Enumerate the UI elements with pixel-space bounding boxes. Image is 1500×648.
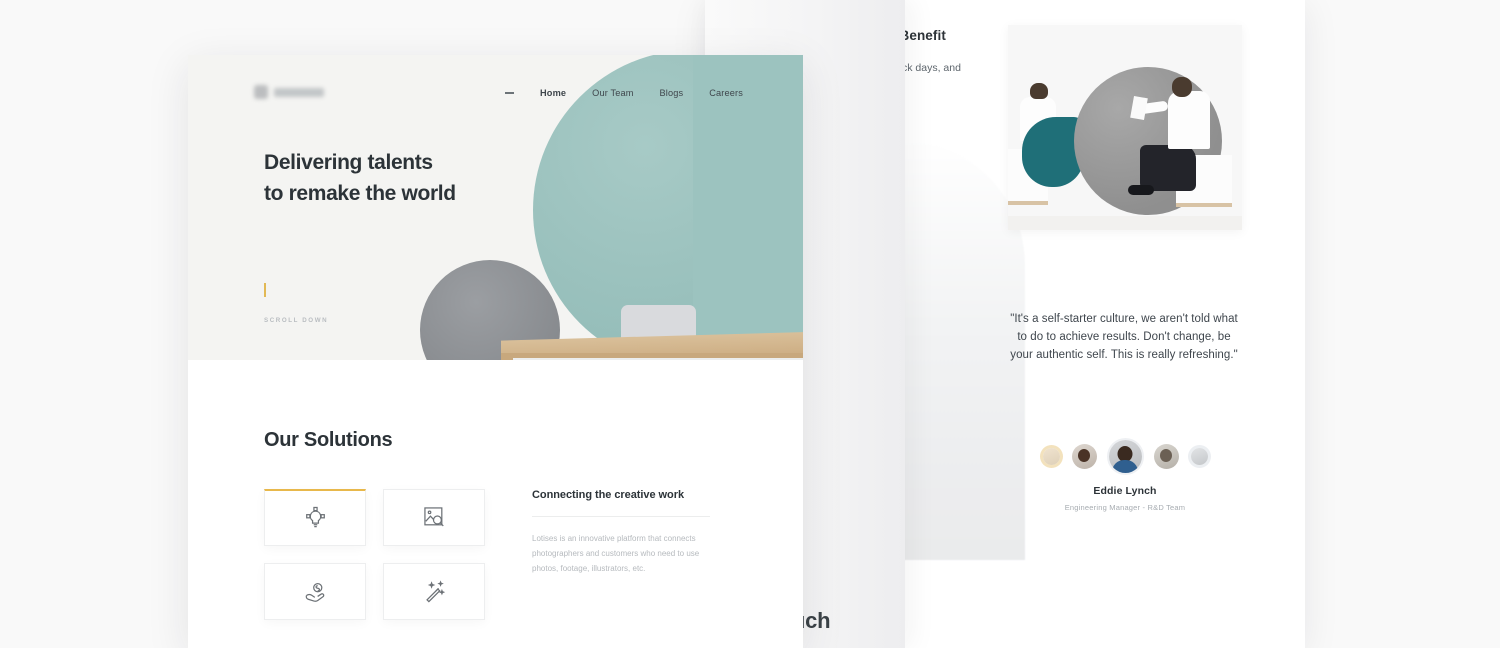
author-role: Engineering Manager - R&D Team xyxy=(1064,503,1186,512)
divider xyxy=(532,516,710,517)
nav-item-home[interactable]: Home xyxy=(540,88,566,98)
avatar[interactable] xyxy=(1071,444,1097,469)
testimonial-quote: "It's a self-starter culture, we aren't … xyxy=(1010,313,1238,361)
screenshot-canvas: Compensation & Benefit Paid time off suc… xyxy=(0,0,1500,648)
solutions-heading: Our Solutions xyxy=(264,429,393,451)
author-name: Eddie Lynch xyxy=(1093,485,1157,497)
main-navigation: Home Our Team Blogs Careers xyxy=(505,88,743,98)
testimonial-author: Eddie Lynch Engineering Manager - R&D Te… xyxy=(1010,485,1240,512)
solutions-card-grid xyxy=(264,489,485,620)
nav-item-careers[interactable]: Careers xyxy=(709,88,743,98)
teal-block-shape xyxy=(693,55,803,360)
solution-card-hand-coin[interactable] xyxy=(264,563,366,620)
hero-headline-line1: Delivering talents xyxy=(264,151,433,174)
solution-detail-title: Connecting the creative work xyxy=(532,489,685,501)
solution-card-image-search[interactable] xyxy=(383,489,485,546)
nav-item-our-team[interactable]: Our Team xyxy=(592,88,633,98)
testimonial-avatar-row xyxy=(1010,440,1240,473)
hero-headline: Delivering talents to remake the world xyxy=(264,147,664,209)
logo-mark-icon xyxy=(254,85,268,99)
solution-card-magic-wand[interactable] xyxy=(383,563,485,620)
solution-card-lightbulb[interactable] xyxy=(264,489,366,546)
solution-detail: Connecting the creative work Lotises is … xyxy=(532,489,712,576)
hero-headline-line2: to remake the world xyxy=(264,182,456,205)
nav-dash-icon xyxy=(505,92,515,94)
scroll-down-label[interactable]: SCROLL DOWN xyxy=(264,317,328,324)
company-logo[interactable] xyxy=(254,83,324,101)
avatar[interactable] xyxy=(1153,444,1179,469)
hand-coin-icon xyxy=(305,583,324,602)
logo-wordmark xyxy=(274,87,324,97)
magic-wand-icon xyxy=(425,580,445,603)
desk-panel xyxy=(513,358,803,360)
avatar[interactable] xyxy=(1042,448,1060,465)
team-photo xyxy=(1008,25,1242,230)
image-search-icon xyxy=(423,507,444,527)
accent-bar xyxy=(264,283,266,297)
avatar-active[interactable] xyxy=(1108,440,1142,473)
homepage-panel: Home Our Team Blogs Careers Delivering t… xyxy=(188,55,803,648)
lightbulb-node-icon xyxy=(305,506,325,527)
nav-item-blogs[interactable]: Blogs xyxy=(660,88,684,98)
solution-detail-body: Lotises is an innovative platform that c… xyxy=(532,534,700,573)
avatar[interactable] xyxy=(1190,448,1208,465)
